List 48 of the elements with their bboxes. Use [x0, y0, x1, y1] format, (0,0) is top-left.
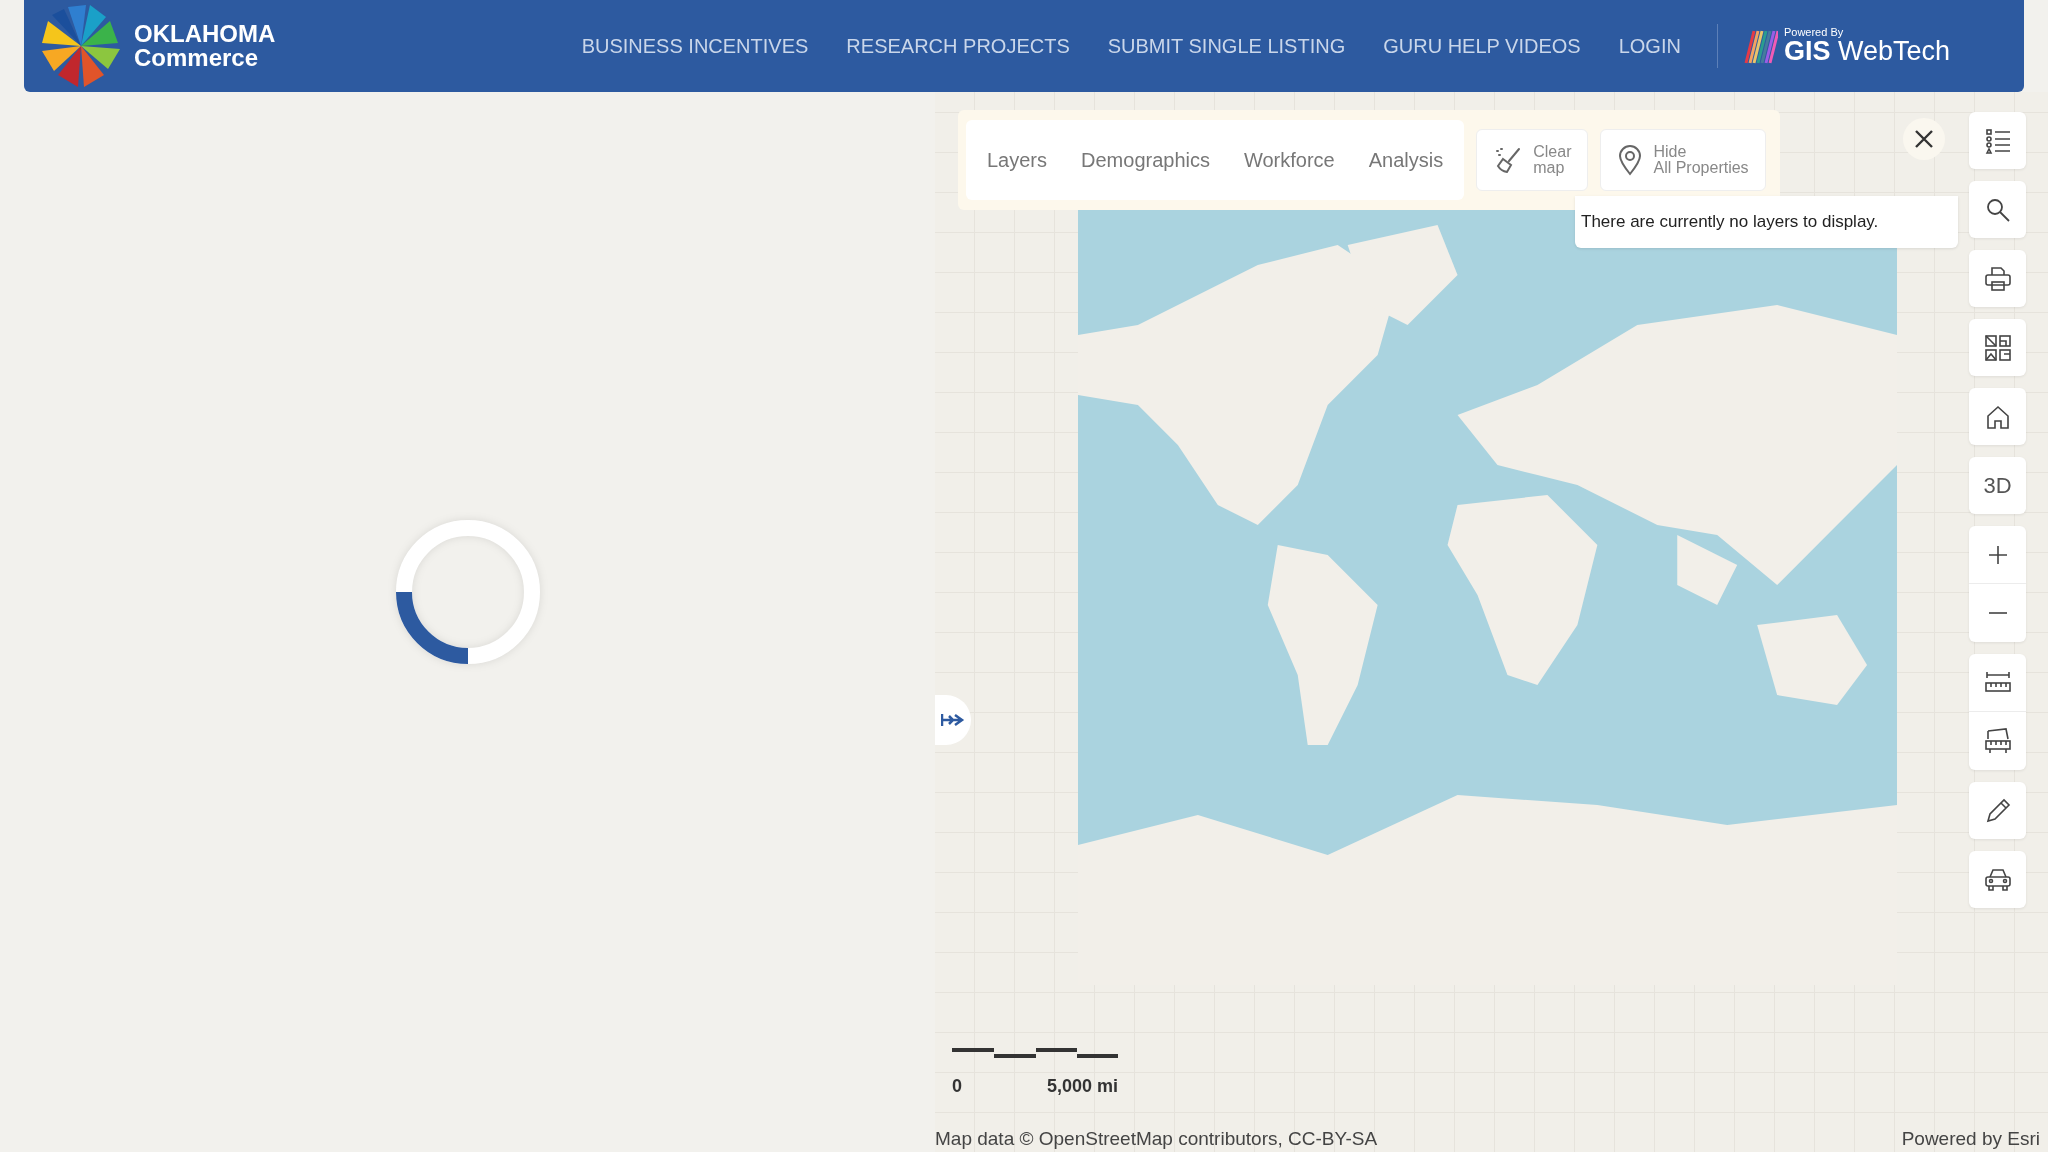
nav-link[interactable]: GURU HELP VIDEOS — [1383, 34, 1581, 58]
brand-name: GIS WebTech — [1783, 38, 1950, 65]
layers-message: There are currently no layers to display. — [1575, 196, 1958, 248]
scale-label: 0 — [952, 1076, 962, 1097]
edit-button[interactable] — [1969, 782, 2026, 839]
basemap-gallery-button[interactable] — [1969, 319, 2026, 376]
logo-subtitle: Commerce — [134, 46, 260, 70]
search-icon — [1984, 196, 2011, 223]
printer-icon — [1983, 264, 2012, 293]
clear-map-button[interactable]: Clear map — [1476, 129, 1589, 191]
car-icon — [1983, 866, 2012, 893]
expand-arrow-icon — [941, 713, 965, 727]
map-tab[interactable]: Workforce — [1227, 148, 1352, 172]
nav-link[interactable]: RESEARCH PROJECTS — [846, 34, 1070, 58]
home-button[interactable] — [1969, 388, 2026, 445]
grid-icon — [1983, 333, 2012, 362]
close-icon — [1914, 129, 1934, 149]
list-icon — [1984, 127, 2011, 154]
area-ruler-icon — [1983, 727, 2012, 755]
logo-title: OKLAHOMA — [134, 22, 276, 46]
scale-label: 5,000 mi — [1046, 1076, 1118, 1097]
pencil-icon — [1984, 797, 2011, 824]
expand-handle[interactable] — [935, 695, 971, 745]
print-button[interactable] — [1969, 250, 2026, 307]
close-button[interactable] — [1903, 118, 1945, 160]
map-view[interactable]: Layers Demographics Workforce Analysis Clear map Hide All Properties There are currently no layers to display. 3D 0 5,000 mi Map data © OpenStreetMap contributors, CC-BY-SA Powered by Esri — [935, 92, 2048, 1152]
minus-icon — [1986, 612, 2009, 614]
map-tab[interactable]: Analysis — [1351, 148, 1461, 172]
hide-properties-button[interactable]: Hide All Properties — [1600, 129, 1766, 191]
car-button[interactable] — [1969, 851, 2026, 908]
legend-list-button[interactable] — [1969, 112, 2026, 169]
ruler-icon — [1983, 670, 2012, 695]
plus-icon — [1986, 543, 2009, 566]
measure-area-button[interactable] — [1969, 712, 2026, 770]
nav-link[interactable]: LOGIN — [1618, 34, 1681, 58]
powered-by-text: Powered by Esri — [1901, 1128, 2040, 1150]
3d-view-button[interactable]: 3D — [1969, 457, 2026, 514]
measure-distance-button[interactable] — [1969, 654, 2026, 712]
map-pin-icon — [1617, 144, 1644, 176]
map-tab[interactable]: Demographics — [1064, 148, 1227, 172]
attribution-text: Map data © OpenStreetMap contributors, CC-BY-SA — [935, 1128, 1378, 1150]
home-icon — [1984, 403, 2011, 430]
nav-link[interactable]: BUSINESS INCENTIVES — [581, 34, 809, 58]
powered-by-label: Powered By — [1783, 27, 1845, 38]
zoom-in-button[interactable] — [1969, 526, 2026, 584]
nav-link[interactable]: SUBMIT SINGLE LISTING — [1107, 34, 1346, 58]
search-button[interactable] — [1969, 181, 2026, 238]
map-tab[interactable]: Layers — [970, 148, 1065, 172]
